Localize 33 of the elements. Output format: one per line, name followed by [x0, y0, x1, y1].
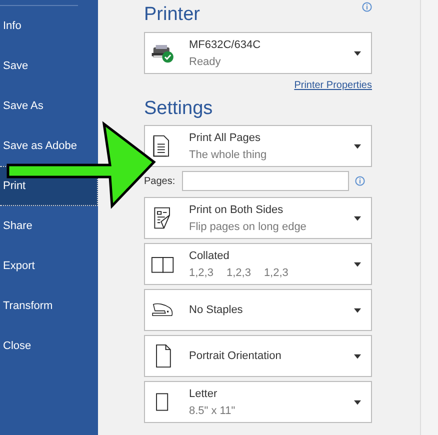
- setting-title: Print on Both Sides: [189, 204, 284, 216]
- sidebar-item[interactable]: Export: [0, 258, 98, 274]
- setting-title: Collated: [189, 250, 230, 262]
- printer-dropdown[interactable]: MF632C/634C Ready: [144, 32, 372, 74]
- sidebar-item[interactable]: Transform: [0, 298, 98, 314]
- sidebar-item[interactable]: Save As: [0, 98, 98, 114]
- setting-subtitle: The whole thing: [189, 148, 268, 160]
- sidebar-item[interactable]: Info: [0, 18, 98, 34]
- setting-dropdown[interactable]: Portrait Orientation: [144, 335, 372, 377]
- sidebar-item[interactable]: Share: [0, 218, 98, 234]
- printer-properties-link[interactable]: Printer Properties: [294, 80, 372, 91]
- setting-title: Print All Pages: [189, 132, 262, 144]
- sidebar-item[interactable]: Save: [0, 58, 98, 74]
- setting-title: Portrait Orientation: [189, 350, 282, 362]
- setting-dropdown[interactable]: No Staples: [144, 289, 372, 331]
- setting-dropdown[interactable]: Letter 8.5" x 11": [144, 381, 372, 423]
- setting-subtitle: 1,2,3: [264, 266, 288, 278]
- setting-title: No Staples: [189, 304, 244, 316]
- sidebar-item[interactable]: Close: [0, 338, 98, 354]
- sidebar-item[interactable]: Save as Adobe: [0, 138, 98, 154]
- setting-subtitle: 1,2,3: [189, 266, 214, 278]
- printer-name: MF632C/634C: [189, 38, 262, 50]
- setting-dropdown[interactable]: Print on Both Sides Flip pages on long edge: [144, 197, 372, 239]
- setting-subtitle: Flip pages on long edge: [189, 220, 306, 232]
- pages-dropdown[interactable]: Print All Pages The whole thing: [144, 125, 372, 167]
- section-heading: Settings: [144, 97, 214, 121]
- setting-title: Letter: [189, 388, 218, 400]
- setting-subtitle: 8.5" x 11": [189, 404, 236, 416]
- pages-label: Pages:: [144, 176, 176, 186]
- setting-subtitle: 1,2,3: [226, 266, 251, 278]
- section-heading: Printer: [144, 3, 200, 27]
- printer-status: Ready: [189, 56, 222, 68]
- setting-dropdown[interactable]: Collated 1,2,3 1,2,3 1,2,3: [144, 243, 372, 285]
